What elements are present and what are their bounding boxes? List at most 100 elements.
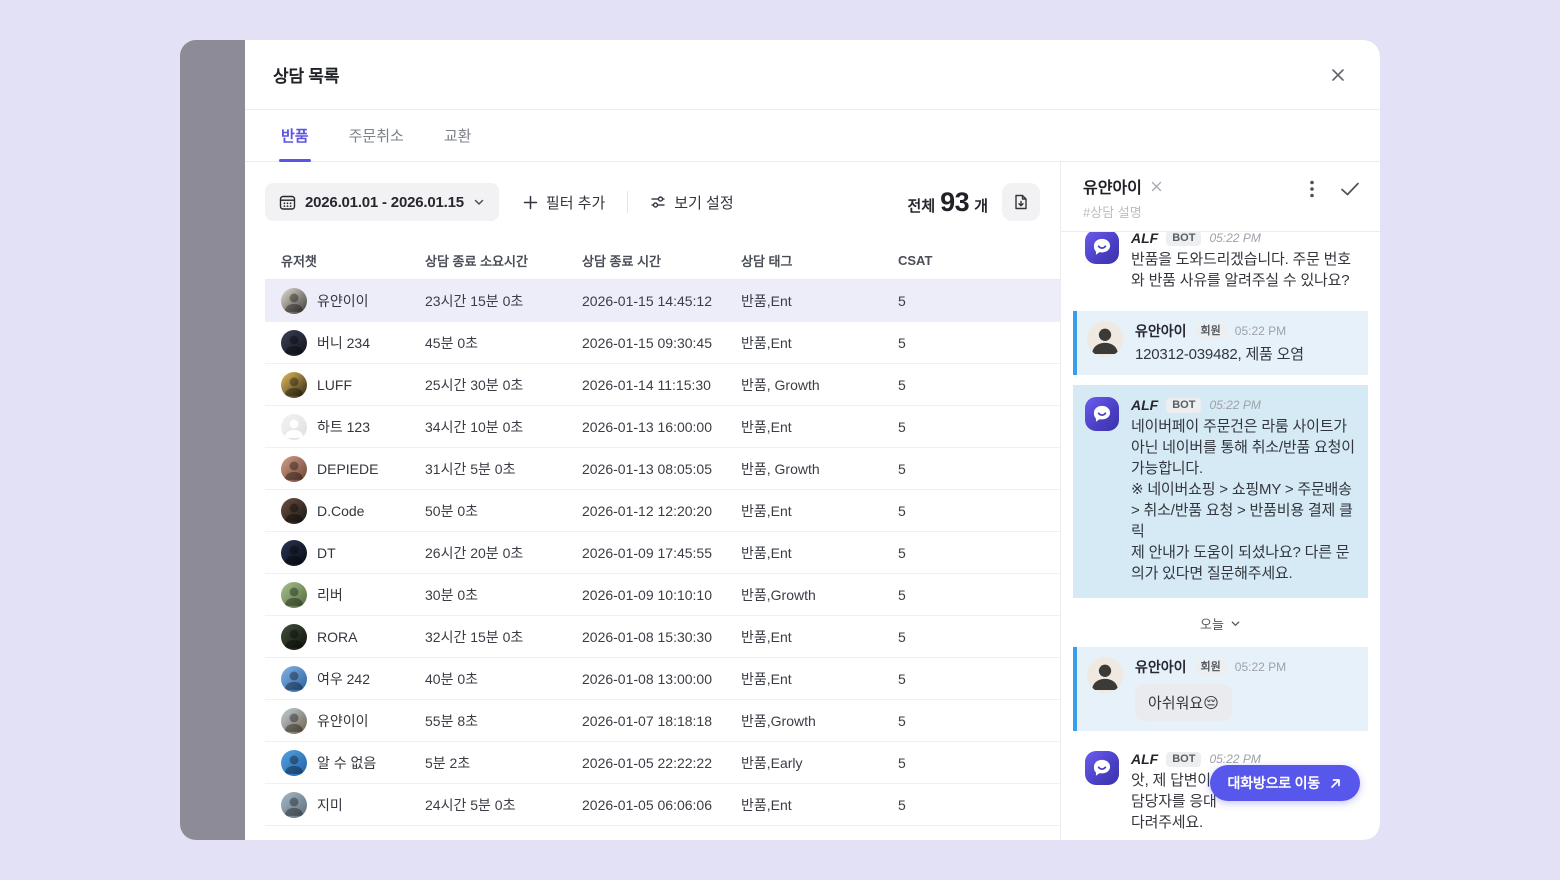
table-row[interactable]: 하트 12334시간 10분 0초2026-01-13 16:00:00반품,E… xyxy=(265,406,1060,448)
window-backdrop: 상담 목록 반품 주문취소 교환 2026.01.01 - 2026.01.15 xyxy=(180,40,1380,840)
message-timestamp: 05:22 PM xyxy=(1209,398,1260,412)
bot-message: ALFBOT05:22 PM네이버페이 주문건은 라룸 사이트가 아닌 네이버를… xyxy=(1073,385,1368,598)
ended-at-cell: 2026-01-08 15:30:30 xyxy=(582,629,741,645)
message-header: ALFBOT05:22 PM xyxy=(1131,397,1356,413)
ended-at-cell: 2026-01-14 11:15:30 xyxy=(582,377,741,393)
ended-at-cell: 2026-01-07 18:18:18 xyxy=(582,713,741,729)
table-row[interactable]: DEPIEDE31시간 5분 0초2026-01-13 08:05:05반품, … xyxy=(265,448,1060,490)
tab-returns[interactable]: 반품 xyxy=(281,110,309,161)
user-name: 버니 234 xyxy=(317,333,370,353)
user-avatar xyxy=(281,498,307,524)
tags-cell: 반품,Ent xyxy=(741,333,898,353)
userchat-cell: 지미 xyxy=(265,792,425,818)
message-header: 유안아이회원05:22 PM xyxy=(1135,657,1356,677)
user-name: 여우 242 xyxy=(317,669,370,689)
csat-cell: 5 xyxy=(898,629,1060,645)
message-body: 유안아이회원05:22 PM120312-039482, 제품 오염 xyxy=(1135,321,1356,365)
chat-user-avatar xyxy=(1087,657,1123,693)
modal-header: 상담 목록 xyxy=(245,40,1380,110)
table-row[interactable]: 지미24시간 5분 0초2026-01-05 06:06:06반품,Ent5 xyxy=(265,784,1060,826)
chat-message-list[interactable]: ALFBOT05:22 PM 반품을 도와드리겠습니다. 주문 번호와 반품 사유… xyxy=(1061,232,1380,840)
duration-cell: 50분 0초 xyxy=(425,501,582,521)
kebab-menu-icon[interactable] xyxy=(1310,180,1314,198)
user-avatar xyxy=(281,288,307,314)
userchat-cell: D.Code xyxy=(265,498,425,524)
userchat-cell: 리버 xyxy=(265,582,425,608)
user-name: 하트 123 xyxy=(317,417,370,437)
duration-cell: 32시간 15분 0초 xyxy=(425,627,582,647)
view-settings-button[interactable]: 보기 설정 xyxy=(642,186,741,219)
column-header-duration: 상담 종료 소요시간 xyxy=(425,251,582,270)
table-row[interactable]: D.Code50분 0초2026-01-12 12:20:20반품,Ent5 xyxy=(265,490,1060,532)
chat-panel-header: 유얀아이 #상담 설명 xyxy=(1061,162,1380,232)
tags-cell: 반품,Ent xyxy=(741,417,898,437)
user-name: D.Code xyxy=(317,503,364,519)
duration-cell: 30분 0초 xyxy=(425,585,582,605)
duration-cell: 34시간 10분 0초 xyxy=(425,417,582,437)
user-name: 유얀이이 xyxy=(317,711,369,731)
ended-at-cell: 2026-01-05 06:06:06 xyxy=(582,797,741,813)
table-row[interactable]: 리버30분 0초2026-01-09 10:10:10반품,Growth5 xyxy=(265,574,1060,616)
userchat-cell: LUFF xyxy=(265,372,425,398)
sender-name: ALF xyxy=(1131,232,1158,246)
csat-cell: 5 xyxy=(898,587,1060,603)
message-text: 120312-039482, 제품 오염 xyxy=(1135,344,1356,365)
user-avatar xyxy=(281,708,307,734)
user-name: 리버 xyxy=(317,585,343,605)
tags-cell: 반품,Growth xyxy=(741,585,898,605)
chevron-down-icon xyxy=(473,196,485,208)
userchat-cell: 버니 234 xyxy=(265,330,425,356)
message-bubble: 아쉬워요😔 xyxy=(1135,684,1232,721)
message-timestamp: 05:22 PM xyxy=(1209,752,1260,766)
duration-cell: 5분 2초 xyxy=(425,753,582,773)
ended-at-cell: 2026-01-12 12:20:20 xyxy=(582,503,741,519)
chat-date-divider[interactable]: 오늘 xyxy=(1073,614,1368,633)
chat-panel: 유얀아이 #상담 설명 xyxy=(1060,162,1380,840)
arrow-up-right-icon xyxy=(1329,777,1342,790)
userchat-cell: 여우 242 xyxy=(265,666,425,692)
message-text: 반품을 도와드리겠습니다. 주문 번호와 반품 사유를 알려주실 수 있나요? xyxy=(1131,249,1356,291)
export-button[interactable] xyxy=(1002,183,1040,221)
tags-cell: 반품,Early xyxy=(741,753,898,773)
message-timestamp: 05:22 PM xyxy=(1235,324,1286,338)
table-row[interactable]: 버니 23445분 0초2026-01-15 09:30:45반품,Ent5 xyxy=(265,322,1060,364)
table-row[interactable]: RORA 32시간 15분 0초2026-01-08 15:30:30반품,Ent… xyxy=(265,616,1060,658)
table-row[interactable]: 유얀이이23시간 15분 0초2026-01-15 14:45:12반품,Ent… xyxy=(265,280,1060,322)
add-filter-label: 필터 추가 xyxy=(546,192,605,213)
table-row[interactable]: 알 수 없음5분 2초2026-01-05 22:22:22반품,Early5 xyxy=(265,742,1060,784)
modal-content: 2026.01.01 - 2026.01.15 필터 추가 xyxy=(245,162,1380,840)
date-range-picker[interactable]: 2026.01.01 - 2026.01.15 xyxy=(265,183,499,221)
ended-at-cell: 2026-01-09 17:45:55 xyxy=(582,545,741,561)
csat-cell: 5 xyxy=(898,545,1060,561)
table-row[interactable]: 여우 24240분 0초2026-01-08 13:00:00반품,Ent5 xyxy=(265,658,1060,700)
table-row[interactable]: DT26시간 20분 0초2026-01-09 17:45:55반품,Ent5 xyxy=(265,532,1060,574)
user-name: DEPIEDE xyxy=(317,461,378,477)
tags-cell: 반품,Ent xyxy=(741,627,898,647)
column-header-csat: CSAT xyxy=(898,253,1060,268)
duration-cell: 25시간 30분 0초 xyxy=(425,375,582,395)
userchat-cell: RORA xyxy=(265,624,425,650)
csat-cell: 5 xyxy=(898,377,1060,393)
chevron-down-icon xyxy=(1230,618,1241,629)
user-name: RORA xyxy=(317,629,357,645)
check-icon[interactable] xyxy=(1340,181,1360,197)
goto-chatroom-button[interactable]: 대화방으로 이동 xyxy=(1210,765,1360,801)
add-filter-button[interactable]: 필터 추가 xyxy=(515,186,613,219)
table-row[interactable]: LUFF25시간 30분 0초2026-01-14 11:15:30반품, Gr… xyxy=(265,364,1060,406)
table-row[interactable]: 유얀이이55분 8초2026-01-07 18:18:18반품,Growth5 xyxy=(265,700,1060,742)
userchat-cell: 유얀이이 xyxy=(265,708,425,734)
chat-close-icon[interactable] xyxy=(1150,180,1163,193)
userchat-cell: 하트 123 xyxy=(265,414,425,440)
user-name: 알 수 없음 xyxy=(317,753,376,773)
userchat-cell: 알 수 없음 xyxy=(265,750,425,776)
message-text: 다려주세요. xyxy=(1131,812,1356,833)
duration-cell: 45분 0초 xyxy=(425,333,582,353)
bot-avatar xyxy=(1085,751,1119,785)
close-icon[interactable] xyxy=(1326,63,1350,87)
tab-order-cancel[interactable]: 주문취소 xyxy=(349,110,404,161)
sender-badge: 회원 xyxy=(1195,660,1227,675)
tab-exchange[interactable]: 교환 xyxy=(444,110,472,161)
sender-name: ALF xyxy=(1131,397,1158,413)
goto-chatroom-label: 대화방으로 이동 xyxy=(1228,773,1320,793)
user-avatar xyxy=(281,330,307,356)
